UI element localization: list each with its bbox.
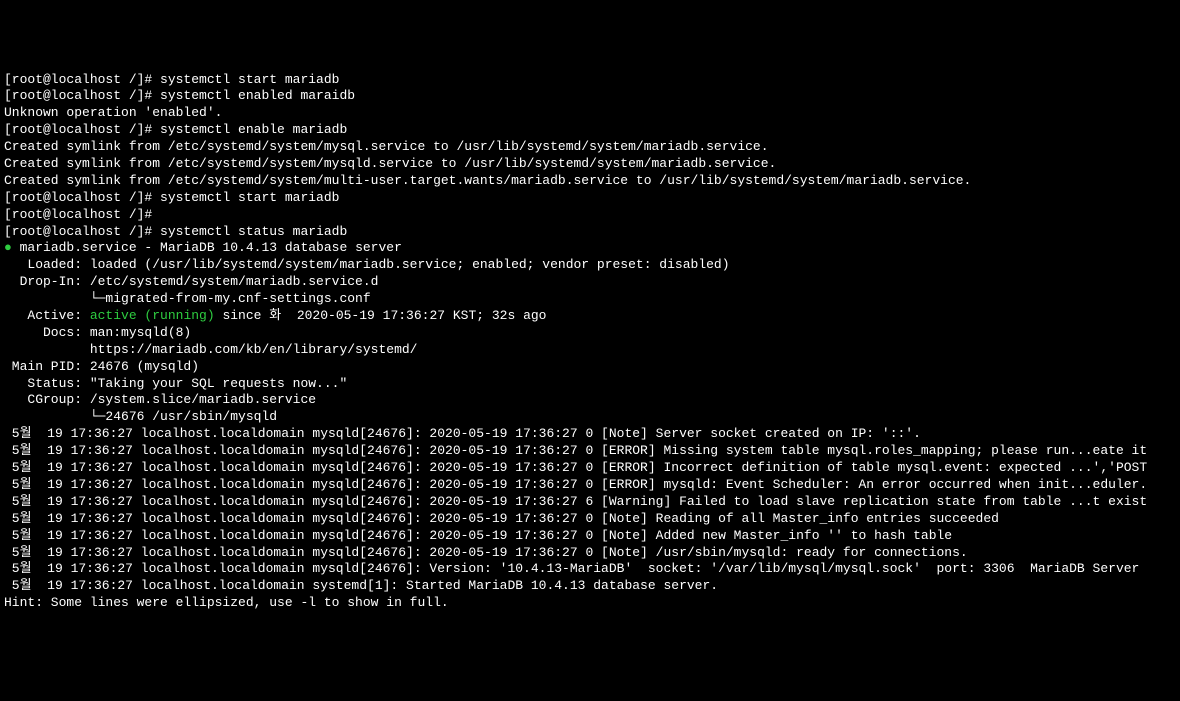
output-text: Drop-In: /etc/systemd/system/mariadb.ser… [4,274,378,289]
terminal-line: Loaded: loaded (/usr/lib/systemd/system/… [4,257,1180,274]
terminal-line: [root@localhost /]# [4,207,1180,224]
output-text: 5월 19 17:36:27 localhost.localdomain sys… [4,578,718,593]
shell-prompt: [root@localhost /]# [4,207,160,222]
terminal-line: Status: "Taking your SQL requests now...… [4,376,1180,393]
shell-command: systemctl start mariadb [160,72,339,87]
terminal-line: [root@localhost /]# systemctl status mar… [4,224,1180,241]
terminal-line: Created symlink from /etc/systemd/system… [4,156,1180,173]
terminal-line: Hint: Some lines were ellipsized, use -l… [4,595,1180,612]
terminal-line: 5월 19 17:36:27 localhost.localdomain mys… [4,443,1180,460]
terminal-line: 5월 19 17:36:27 localhost.localdomain mys… [4,561,1180,578]
output-text: 5월 19 17:36:27 localhost.localdomain mys… [4,494,1147,509]
output-text: 5월 19 17:36:27 localhost.localdomain mys… [4,477,1147,492]
shell-prompt: [root@localhost /]# [4,72,160,87]
terminal-line: 5월 19 17:36:27 localhost.localdomain mys… [4,545,1180,562]
status-dot-icon: ● [4,240,12,255]
terminal-line: CGroup: /system.slice/mariadb.service [4,392,1180,409]
output-text: 5월 19 17:36:27 localhost.localdomain mys… [4,460,1147,475]
terminal-line: Created symlink from /etc/systemd/system… [4,173,1180,190]
output-text: Created symlink from /etc/systemd/system… [4,173,971,188]
shell-command: systemctl enabled maraidb [160,88,355,103]
shell-command: systemctl enable mariadb [160,122,347,137]
terminal-line: └─migrated-from-my.cnf-settings.conf [4,291,1180,308]
terminal-line: 5월 19 17:36:27 localhost.localdomain mys… [4,528,1180,545]
output-text: CGroup: /system.slice/mariadb.service [4,392,316,407]
terminal-line: [root@localhost /]# systemctl start mari… [4,190,1180,207]
output-text: 5월 19 17:36:27 localhost.localdomain mys… [4,561,1139,576]
terminal-line: 5월 19 17:36:27 localhost.localdomain mys… [4,477,1180,494]
output-text: Created symlink from /etc/systemd/system… [4,139,769,154]
shell-command: systemctl start mariadb [160,190,339,205]
shell-command: systemctl status mariadb [160,224,347,239]
terminal-line: Main PID: 24676 (mysqld) [4,359,1180,376]
output-text: └─migrated-from-my.cnf-settings.conf [4,291,371,306]
output-text: └─24676 /usr/sbin/mysqld [4,409,277,424]
terminal-line: Active: active (running) since 화 2020-05… [4,308,1180,325]
shell-prompt: [root@localhost /]# [4,88,160,103]
output-text: 5월 19 17:36:27 localhost.localdomain mys… [4,528,952,543]
terminal-line: Created symlink from /etc/systemd/system… [4,139,1180,156]
output-text: https://mariadb.com/kb/en/library/system… [4,342,417,357]
output-text: Loaded: loaded (/usr/lib/systemd/system/… [4,257,730,272]
terminal-line: 5월 19 17:36:27 localhost.localdomain mys… [4,460,1180,477]
output-text: 5월 19 17:36:27 localhost.localdomain mys… [4,511,999,526]
output-text: Hint: Some lines were ellipsized, use -l… [4,595,449,610]
shell-prompt: [root@localhost /]# [4,122,160,137]
terminal-line: [root@localhost /]# systemctl start mari… [4,72,1180,89]
terminal-line: 5월 19 17:36:27 localhost.localdomain mys… [4,426,1180,443]
terminal-line: [root@localhost /]# systemctl enable mar… [4,122,1180,139]
service-title: mariadb.service - MariaDB 10.4.13 databa… [12,240,402,255]
terminal-line: 5월 19 17:36:27 localhost.localdomain mys… [4,511,1180,528]
terminal-line: └─24676 /usr/sbin/mysqld [4,409,1180,426]
terminal-line: ● mariadb.service - MariaDB 10.4.13 data… [4,240,1180,257]
active-since: since 화 2020-05-19 17:36:27 KST; 32s ago [215,308,547,323]
terminal-line: Unknown operation 'enabled'. [4,105,1180,122]
terminal-line: Docs: man:mysqld(8) [4,325,1180,342]
active-label: Active: [4,308,90,323]
output-text: 5월 19 17:36:27 localhost.localdomain mys… [4,545,968,560]
output-text: Docs: man:mysqld(8) [4,325,191,340]
terminal-output: [root@localhost /]# systemctl start mari… [4,72,1180,613]
output-text: 5월 19 17:36:27 localhost.localdomain mys… [4,443,1147,458]
output-text: Created symlink from /etc/systemd/system… [4,156,776,171]
shell-prompt: [root@localhost /]# [4,190,160,205]
terminal-line: 5월 19 17:36:27 localhost.localdomain sys… [4,578,1180,595]
terminal-line: https://mariadb.com/kb/en/library/system… [4,342,1180,359]
shell-prompt: [root@localhost /]# [4,224,160,239]
terminal-line: 5월 19 17:36:27 localhost.localdomain mys… [4,494,1180,511]
output-text: Main PID: 24676 (mysqld) [4,359,199,374]
active-status: active (running) [90,308,215,323]
terminal-line: [root@localhost /]# systemctl enabled ma… [4,88,1180,105]
output-text: Unknown operation 'enabled'. [4,105,222,120]
output-text: Status: "Taking your SQL requests now...… [4,376,347,391]
terminal-line: Drop-In: /etc/systemd/system/mariadb.ser… [4,274,1180,291]
output-text: 5월 19 17:36:27 localhost.localdomain mys… [4,426,921,441]
